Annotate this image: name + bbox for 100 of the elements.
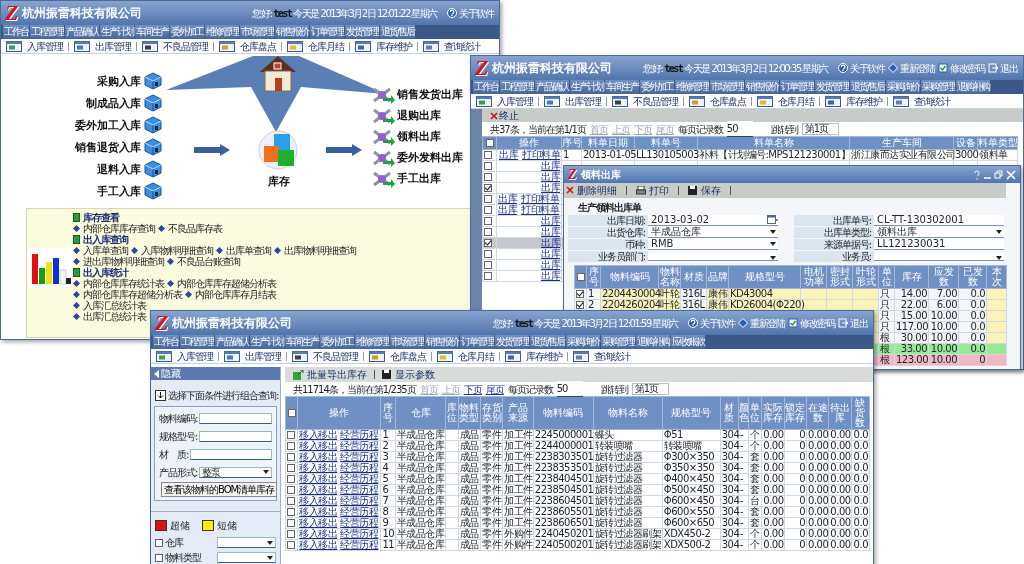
report-link[interactable]: 不良品台账查询 [177, 256, 240, 267]
checkbox[interactable] [484, 151, 492, 159]
checkbox[interactable] [287, 409, 296, 417]
report-link[interactable]: 内部仓库库存超储分析表 [83, 289, 182, 300]
nav-tab[interactable]: 工程管理 [30, 25, 64, 39]
nav-tab[interactable]: 车间生产 [285, 335, 319, 349]
table-link[interactable]: 移入移出 [299, 528, 338, 539]
table-link[interactable]: 出库 [499, 149, 518, 160]
select-field[interactable]: RMB [648, 239, 778, 250]
table-link[interactable]: 移入移出 [299, 506, 338, 517]
toolbar-link[interactable]: 出库管理 [95, 38, 131, 54]
checkbox[interactable] [287, 519, 295, 527]
nav-tab[interactable]: 订单管理 [310, 25, 344, 39]
toolbar-link[interactable]: 出库管理 [245, 348, 281, 364]
checkbox[interactable] [484, 173, 492, 181]
nav-tab[interactable]: 市场管理 [240, 25, 274, 39]
table-link[interactable]: 移入移出 [299, 517, 338, 528]
nav-tab[interactable]: 工程管理 [500, 80, 534, 94]
nav-tab[interactable]: 退货/售后 [380, 25, 416, 39]
table-link[interactable]: 经营历程 [340, 539, 379, 550]
panel-title[interactable]: 隐藏 [161, 366, 181, 381]
nav-tab[interactable]: 市场管理 [710, 80, 744, 94]
input-field[interactable] [190, 448, 272, 460]
input-field[interactable] [199, 430, 272, 442]
checkbox[interactable] [484, 261, 492, 269]
nav-tab[interactable]: 采购询价 [566, 335, 601, 349]
table-link[interactable]: 移入移出 [299, 440, 338, 451]
table-link[interactable]: 移入移出 [299, 473, 338, 484]
checkbox[interactable] [287, 442, 295, 450]
nav-tab[interactable]: 销售报价 [275, 25, 309, 39]
table-link[interactable]: 打印料单 [521, 193, 559, 204]
checkbox[interactable] [287, 464, 295, 472]
select-field[interactable] [217, 552, 276, 563]
toolbar-link[interactable]: 仓库盘点 [240, 38, 276, 54]
toolbar-link[interactable]: 不良品管理 [313, 348, 358, 364]
checkbox[interactable] [287, 541, 295, 549]
nav-tab[interactable]: 采购管理 [601, 335, 636, 349]
checkbox[interactable] [484, 184, 492, 192]
nav-tab[interactable]: 产品确认 [535, 80, 569, 94]
toolbar-link[interactable]: 查询统计 [444, 38, 480, 54]
toolbar-link[interactable]: 不良品管理 [633, 93, 678, 109]
toolbar-link[interactable]: 库存维护 [846, 93, 882, 109]
nav-tab[interactable]: 发货管理 [815, 80, 849, 94]
select-field[interactable] [874, 252, 1004, 261]
report-link[interactable]: 入库汇总统计表 [83, 300, 146, 311]
nav-tab[interactable]: 委外加工 [170, 25, 204, 39]
toolbar-link[interactable]: 仓库月结 [458, 348, 494, 364]
table-link[interactable]: 经营历程 [340, 495, 379, 506]
checkbox[interactable] [484, 206, 492, 214]
report-link[interactable]: 不良品库存表 [168, 223, 222, 234]
toolbar-link[interactable]: 入库管理 [497, 93, 533, 109]
table-link[interactable]: 出库 [498, 193, 517, 204]
toolbar-link[interactable]: 批量导出库存 [307, 367, 367, 382]
toolbar-link[interactable]: 删除明细 [577, 183, 617, 198]
report-link[interactable]: 入库单查询 [83, 245, 128, 256]
table-link[interactable]: 经营历程 [340, 506, 379, 517]
nav-tab[interactable]: 应收账款 [671, 335, 706, 349]
nav-tab[interactable]: 销售报价 [745, 80, 779, 94]
toolbar-link[interactable]: 保存 [701, 183, 721, 198]
checkbox[interactable] [287, 453, 295, 461]
checkbox[interactable] [287, 497, 295, 505]
form-tab[interactable]: 生产领料出库单 [578, 202, 648, 213]
table-link[interactable]: 经营历程 [340, 528, 379, 539]
table-link[interactable]: 移入移出 [299, 539, 338, 550]
checkbox[interactable] [484, 195, 492, 203]
report-link[interactable]: 内部仓库库存统计表 [83, 278, 164, 289]
nav-tab[interactable]: 订单管理 [460, 335, 494, 349]
checkbox[interactable] [576, 290, 584, 298]
nav-tab[interactable]: 生产计划 [570, 80, 604, 94]
checkbox[interactable] [484, 217, 492, 225]
table-link[interactable]: 经营历程 [340, 429, 379, 440]
table-link[interactable]: 出库 [498, 204, 517, 215]
table-link[interactable]: 移入移出 [299, 484, 338, 495]
nav-tab[interactable]: 车间生产 [605, 80, 639, 94]
report-link[interactable]: 进出库物料明细查询 [83, 256, 164, 267]
toolbar-link[interactable]: 打印 [649, 183, 669, 198]
table-link[interactable]: 打印料单 [521, 204, 559, 215]
input-field[interactable]: LL121230031 [874, 239, 1004, 250]
nav-tab[interactable]: 订单管理 [780, 80, 814, 94]
toolbar-link[interactable]: 显示参数 [395, 367, 435, 382]
checkbox[interactable] [484, 250, 492, 258]
toolbar-link[interactable]: 仓库盘点 [390, 348, 426, 364]
nav-tab[interactable]: 维修管理 [355, 335, 389, 349]
toolbar-link[interactable]: 查询统计 [914, 93, 950, 109]
toolbar-link[interactable]: 仓库盘点 [710, 93, 746, 109]
table-link[interactable]: 移入移出 [299, 462, 338, 473]
select-field[interactable]: 整泵 [199, 466, 272, 478]
table-link[interactable]: 移入移出 [299, 451, 338, 462]
checkbox[interactable] [484, 162, 492, 170]
table-link[interactable]: 经营历程 [340, 517, 379, 528]
per-page-field[interactable]: 50 [556, 381, 583, 397]
table-link[interactable]: 经营历程 [340, 462, 379, 473]
table-link[interactable]: 经营历程 [340, 484, 379, 495]
page-select[interactable]: 第1页 [631, 383, 669, 395]
nav-tab[interactable]: 销售报价 [425, 335, 459, 349]
checkbox[interactable] [576, 301, 584, 309]
checkbox[interactable] [484, 239, 492, 247]
nav-tab[interactable]: 采购管理 [921, 80, 956, 94]
report-link[interactable]: 出库汇总统计表 [83, 311, 146, 322]
nav-tab[interactable]: 工程管理 [180, 335, 214, 349]
